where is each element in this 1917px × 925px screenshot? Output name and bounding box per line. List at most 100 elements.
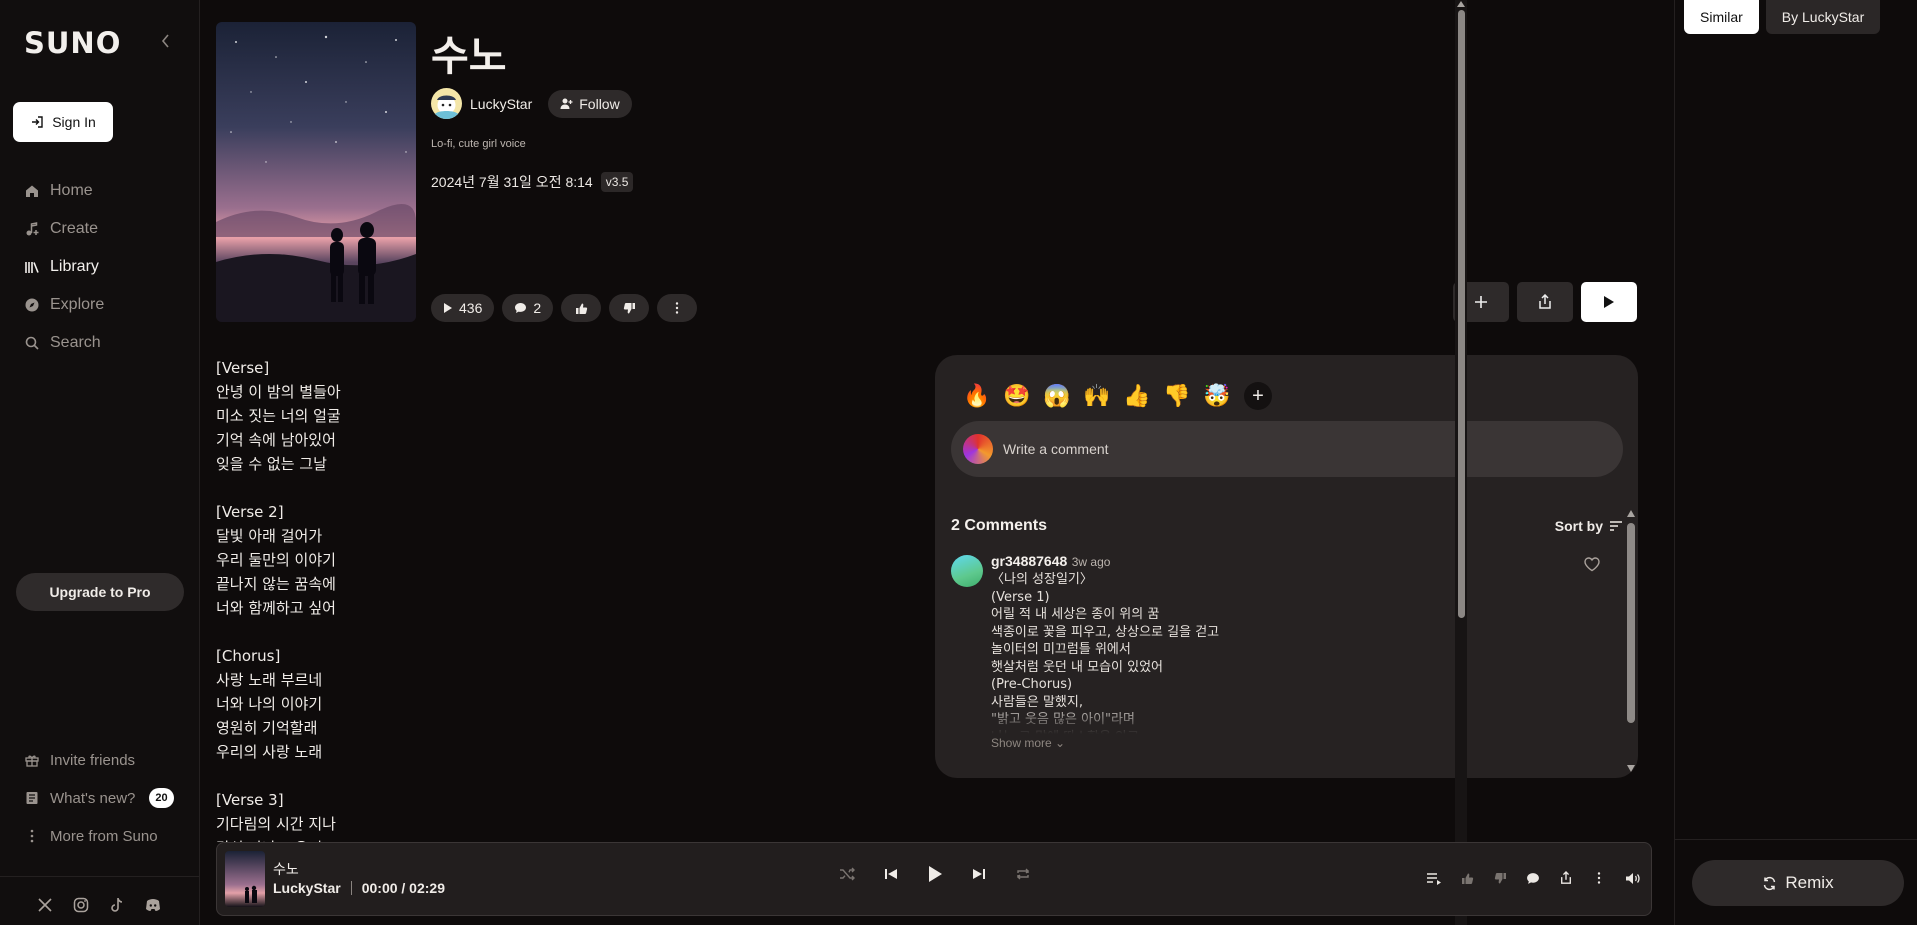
scroll-up-arrow-icon[interactable] — [1627, 510, 1635, 517]
play-count-button[interactable]: 436 — [431, 294, 495, 322]
sidebar: SUNO Sign In Home Create Library Explore… — [0, 0, 200, 925]
show-more-button[interactable]: Show more ⌄ — [991, 736, 1571, 750]
nav-item-search[interactable]: Search — [24, 324, 184, 362]
scroll-down-arrow-icon[interactable] — [1627, 765, 1635, 772]
thumbs-down-icon[interactable] — [1491, 869, 1509, 887]
sidebar-divider — [0, 876, 200, 877]
song-date-row: 2024년 7월 31일 오전 8:14 v3.5 — [431, 172, 634, 192]
invite-friends-link[interactable]: Invite friends — [24, 741, 184, 779]
secondary-nav: Invite friends What's new? 20 More from … — [24, 741, 184, 855]
more-vertical-icon[interactable] — [1590, 869, 1608, 887]
comment-count-button[interactable]: 2 — [502, 294, 554, 322]
reaction-bar: 🔥 🤩 😱 🙌 👍 👎 🤯 + — [962, 381, 1272, 411]
artist-avatar[interactable] — [431, 88, 462, 119]
nav-item-label: Search — [50, 334, 101, 351]
reaction-star-eyes[interactable]: 🤩 — [1002, 381, 1032, 411]
reaction-fire[interactable]: 🔥 — [962, 381, 992, 411]
nav-item-label: Invite friends — [50, 751, 136, 769]
whats-new-link[interactable]: What's new? 20 — [24, 779, 184, 817]
suno-logo[interactable]: SUNO — [24, 26, 121, 60]
comment-icon[interactable] — [1524, 869, 1542, 887]
reaction-raised-hands[interactable]: 🙌 — [1082, 381, 1112, 411]
play-song-button[interactable] — [1581, 282, 1637, 322]
nav-item-library[interactable]: Library — [24, 248, 184, 286]
upgrade-to-pro-button[interactable]: Upgrade to Pro — [16, 573, 184, 611]
player-cover-image[interactable] — [225, 851, 265, 907]
library-icon — [24, 259, 40, 275]
scroll-up-arrow-icon[interactable] — [1457, 1, 1465, 7]
commenter-avatar[interactable] — [951, 555, 983, 587]
like-button[interactable] — [561, 294, 602, 322]
artist-name[interactable]: LuckyStar — [470, 96, 532, 112]
player-song-title[interactable]: 수노 — [273, 859, 299, 879]
share-button[interactable] — [1517, 282, 1573, 322]
comments-count-heading: 2 Comments — [951, 517, 1048, 534]
nav-item-label: Library — [50, 258, 99, 275]
song-date: 2024년 7월 31일 오전 8:14 — [431, 174, 593, 190]
commenter-name[interactable]: gr34887648 — [991, 553, 1067, 569]
play-icon — [1603, 295, 1615, 309]
discord-icon[interactable] — [144, 896, 162, 914]
queue-icon[interactable] — [1425, 869, 1443, 887]
thumbs-down-icon — [623, 302, 636, 315]
play-icon[interactable] — [925, 864, 945, 884]
player-actions — [1425, 869, 1641, 887]
collapse-sidebar-icon[interactable] — [158, 31, 174, 51]
nav-item-label: Create — [50, 220, 99, 237]
playback-controls — [837, 864, 1033, 884]
tiktok-icon[interactable] — [108, 896, 126, 914]
scrollbar-thumb[interactable] — [1627, 523, 1635, 723]
repeat-icon[interactable] — [1013, 864, 1033, 884]
player-artist[interactable]: LuckyStar — [273, 880, 341, 896]
nav-item-create[interactable]: Create — [24, 210, 184, 248]
instagram-icon[interactable] — [72, 896, 90, 914]
remix-icon — [1762, 876, 1777, 891]
sort-by-button[interactable]: Sort by — [1555, 518, 1623, 534]
nav-item-home[interactable]: Home — [24, 172, 184, 210]
dislike-button[interactable] — [609, 294, 650, 322]
follow-button[interactable]: Follow — [548, 89, 632, 118]
next-track-icon[interactable] — [969, 864, 989, 884]
gift-icon — [24, 752, 40, 768]
tab-by-artist[interactable]: By LuckyStar — [1765, 0, 1881, 34]
player-meta: LuckyStar 00:00 / 02:29 — [273, 880, 445, 896]
x-icon[interactable] — [36, 896, 54, 914]
reaction-thumbs-up[interactable]: 👍 — [1122, 381, 1152, 411]
comment-icon — [514, 302, 527, 314]
more-vertical-icon — [24, 828, 40, 844]
thumbs-up-icon[interactable] — [1458, 869, 1476, 887]
comments-scrollbar[interactable] — [1624, 505, 1638, 778]
reaction-mind-blown[interactable]: 🤯 — [1202, 381, 1232, 411]
share-icon[interactable] — [1557, 869, 1575, 887]
right-panel-divider — [1675, 839, 1917, 840]
search-icon — [24, 335, 40, 351]
comment-input[interactable]: Write a comment — [951, 421, 1623, 477]
song-cover-image[interactable] — [216, 22, 416, 322]
more-options-button[interactable] — [657, 294, 698, 322]
song-style-tags[interactable]: Lo-fi, cute girl voice — [431, 138, 526, 150]
song-actions — [1453, 282, 1637, 322]
nav-item-label: What's new? — [50, 789, 136, 807]
volume-icon[interactable] — [1623, 869, 1641, 887]
page-scrollbar[interactable] — [1455, 0, 1467, 925]
follow-label: Follow — [579, 95, 620, 112]
reaction-thumbs-down[interactable]: 👎 — [1162, 381, 1192, 411]
shuffle-icon[interactable] — [837, 864, 857, 884]
home-icon — [24, 183, 40, 199]
add-reaction-button[interactable]: + — [1244, 382, 1272, 410]
remix-button[interactable]: Remix — [1692, 860, 1904, 906]
nav-item-explore[interactable]: Explore — [24, 286, 184, 324]
more-vertical-icon — [675, 302, 679, 314]
like-comment-heart-icon[interactable] — [1583, 555, 1601, 573]
scrollbar-thumb[interactable] — [1458, 10, 1465, 618]
right-panel-tabs: Similar By LuckyStar — [1684, 0, 1881, 34]
tab-similar[interactable]: Similar — [1684, 0, 1759, 34]
sign-in-button[interactable]: Sign In — [13, 102, 113, 142]
create-icon — [24, 221, 40, 237]
comment-text: 〈나의 성장일기〉 (Verse 1) 어릴 적 내 세상은 종이 위의 꿈 색… — [991, 572, 1220, 734]
player-bar: 수노 LuckyStar 00:00 / 02:29 — [216, 842, 1652, 916]
previous-track-icon[interactable] — [881, 864, 901, 884]
chevron-down-icon: ⌄ — [1055, 736, 1066, 750]
more-from-suno-link[interactable]: More from Suno — [24, 817, 184, 855]
reaction-scream[interactable]: 😱 — [1042, 381, 1072, 411]
